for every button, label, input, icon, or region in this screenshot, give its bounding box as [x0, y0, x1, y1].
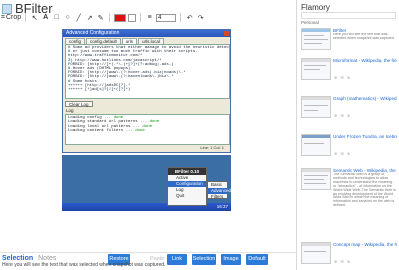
- flamory-item-icons: ⊕ ✉ ⊗: [334, 151, 352, 156]
- pointer-tool[interactable]: ↖: [30, 13, 39, 22]
- flamory-item-title: Under Frozen Tundra, an Icebreaking Ship…: [333, 134, 397, 139]
- fill-color-swatch[interactable]: [128, 13, 137, 22]
- tab-notes[interactable]: Notes: [38, 255, 56, 262]
- screenshot-code: # Some ad providers that either manage t…: [65, 44, 230, 99]
- flamory-thumbnail: [301, 28, 331, 50]
- flamory-item[interactable]: Graph (mathematics) - Wikipedia, the fre…: [301, 96, 398, 120]
- crop-button[interactable]: ⌗ Crop: [1, 13, 21, 22]
- screenshot-submenu: Basic Advanced Filters: [207, 181, 231, 199]
- crop-label: Crop: [5, 14, 22, 21]
- log-line-status: done: [135, 129, 145, 134]
- toolbar: ⌗ Crop ↖ A □ ○ ╱ ↗ ✎ ≡ 4 ↶ ↷: [1, 12, 295, 23]
- flamory-item-title: Graph (mathematics) - Wikipedia, the fre…: [333, 96, 397, 101]
- screenshot-clear-log-button: Clear Log: [65, 101, 93, 107]
- flamory-item[interactable]: Concept map - Wikipedia, the free encycl…: [301, 242, 398, 266]
- selection-button[interactable]: Selection: [192, 254, 216, 265]
- redo-icon: ↷: [197, 14, 204, 22]
- image-button[interactable]: Image: [221, 254, 241, 265]
- code-line: ++++++ [*]ad[s]?[/]+([?]*): [68, 88, 131, 93]
- snapshot-canvas[interactable]: Advanced Configuration config config.def…: [0, 25, 296, 252]
- bottom-tabs: Selection Notes: [2, 255, 56, 262]
- flamory-item-title: Concept map - Wikipedia, the free encycl…: [333, 242, 397, 247]
- flamory-thumbnail: [301, 96, 331, 118]
- font-size-select[interactable]: 4: [156, 13, 177, 22]
- tab-selection[interactable]: Selection: [2, 255, 33, 262]
- screenshot-log: Loading config ... done Loading standard …: [65, 114, 230, 145]
- undo-button[interactable]: ↶: [185, 13, 194, 22]
- log-line-status: done: [149, 120, 160, 125]
- flamory-thumbnail: [301, 242, 331, 264]
- screenshot-status-line: Line: 1 Col: 1: [200, 145, 224, 150]
- text-tool[interactable]: A: [41, 13, 50, 22]
- rectangle-icon: □: [54, 14, 59, 21]
- selection-hint-text: Here you will see the text that was sele…: [2, 262, 166, 268]
- log-line-text: Loading content filters ...: [68, 129, 136, 134]
- flamory-item-title: Microformat - Wikipedia, the free encycl…: [333, 58, 397, 63]
- text-icon: A: [43, 14, 49, 21]
- flamory-item-icons: ⊕ ✉ ⊗: [334, 259, 352, 264]
- flamory-item-desc: The Semantic Web is a group of methods a…: [333, 173, 396, 208]
- screenshot-context-menu: BFilter 0.10 Active Configuration Log Qu…: [167, 167, 207, 206]
- ellipse-tool[interactable]: ○: [63, 13, 72, 22]
- flamory-group-label: Personal: [301, 20, 319, 25]
- link-button[interactable]: Link: [167, 254, 187, 265]
- log-line: Loading content filters ... done: [68, 129, 227, 133]
- flamory-title: Flamory: [301, 3, 330, 12]
- flamory-item[interactable]: BFilter Here you will see the text that …: [301, 28, 398, 52]
- flamory-thumbnail: [301, 168, 331, 190]
- flamory-item[interactable]: Microformat - Wikipedia, the free encycl…: [301, 58, 398, 82]
- stroke-color-swatch[interactable]: [114, 13, 127, 22]
- flamory-pane: Flamory Personal BFilter Here you will s…: [296, 0, 399, 270]
- screenshot-tabs: config config.default urls urls.local: [63, 37, 230, 44]
- flamory-item-desc: Here you will see the text that was sele…: [333, 33, 395, 40]
- context-menu-header: BFilter 0.10: [168, 168, 206, 175]
- app-pane: BFilter ⌗ Crop ↖ A □ ○ ╱ ↗ ✎ ≡ 4 ↶ ↷ Adva…: [0, 0, 296, 270]
- log-line-text: Loading standard url patterns ...: [68, 120, 150, 125]
- flamory-thumbnail: [301, 134, 331, 156]
- context-menu-item: Quit: [176, 193, 185, 198]
- ellipse-icon: ○: [65, 14, 70, 21]
- screenshot-window-title: Advanced Configuration: [63, 30, 230, 37]
- line-icon: ╱: [76, 14, 81, 22]
- screenshot-log-label: Log: [66, 108, 74, 113]
- marker-icon: ✎: [97, 14, 104, 22]
- screenshot-window: Advanced Configuration config config.def…: [62, 29, 231, 153]
- redo-button[interactable]: ↷: [196, 13, 205, 22]
- flamory-item-icons: ⊕ ✉ ⊗: [334, 75, 352, 80]
- toolbar-divider: [109, 13, 111, 22]
- rectangle-tool[interactable]: □: [52, 13, 61, 22]
- flamory-thumbnail: [301, 58, 331, 80]
- arrow-tool[interactable]: ↗: [85, 13, 94, 22]
- undo-icon: ↶: [186, 14, 193, 22]
- marker-tool[interactable]: ✎: [96, 13, 105, 22]
- tray-time: 16:37: [216, 204, 228, 209]
- flamory-search-input[interactable]: [301, 12, 396, 19]
- close-icon: [224, 31, 229, 36]
- default-button[interactable]: Default: [246, 254, 268, 265]
- submenu-item: Filters: [211, 194, 224, 199]
- line-width-icon: ≡: [147, 14, 152, 21]
- toolbar-divider: [25, 13, 27, 22]
- pointer-icon: ↖: [31, 14, 38, 22]
- flamory-item[interactable]: Semantic Web - Wikipedia, the free encyc…: [301, 168, 398, 226]
- toolbar-divider: [180, 13, 182, 22]
- flamory-item-icons: ⊕ ✉ ⊗: [334, 113, 352, 118]
- arrow-icon: ↗: [86, 14, 93, 22]
- toolbar-divider: [140, 13, 142, 22]
- crop-icon: ⌗: [1, 13, 5, 21]
- flamory-item[interactable]: Under Frozen Tundra, an Icebreaking Ship…: [301, 134, 398, 158]
- line-tool[interactable]: ╱: [74, 13, 83, 22]
